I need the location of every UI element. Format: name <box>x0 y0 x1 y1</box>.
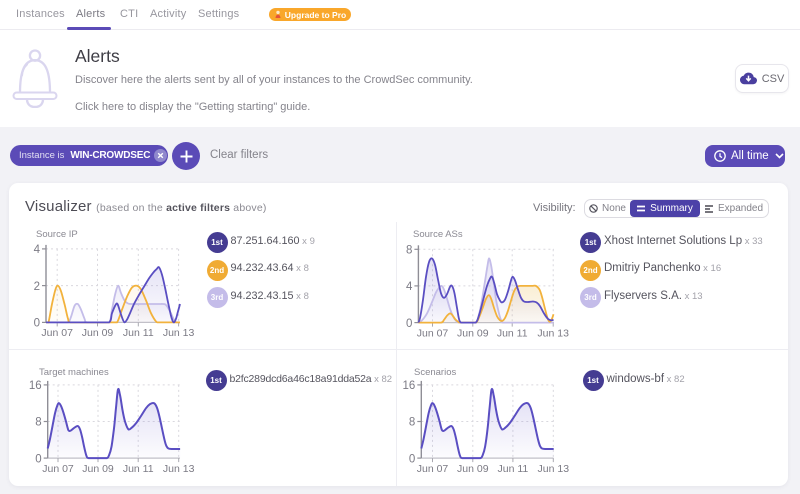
svg-text:Jun 09: Jun 09 <box>82 463 114 475</box>
svg-text:8: 8 <box>406 245 412 257</box>
svg-text:Jun 09: Jun 09 <box>82 327 114 339</box>
svg-text:16: 16 <box>403 380 416 392</box>
svg-text:Jun 13: Jun 13 <box>163 463 195 475</box>
svg-text:Jun 11: Jun 11 <box>497 327 528 339</box>
svg-text:Jun 13: Jun 13 <box>537 327 569 339</box>
svg-text:Jun 07: Jun 07 <box>417 463 449 475</box>
svg-text:Jun 11: Jun 11 <box>498 463 529 475</box>
svg-text:Jun 09: Jun 09 <box>457 327 489 339</box>
svg-text:Jun 07: Jun 07 <box>42 463 74 475</box>
svg-text:Jun 11: Jun 11 <box>123 463 154 475</box>
svg-text:0: 0 <box>406 318 412 330</box>
svg-text:Jun 11: Jun 11 <box>123 327 154 339</box>
svg-text:8: 8 <box>409 417 415 429</box>
svg-text:4: 4 <box>406 281 413 293</box>
svg-text:Jun 09: Jun 09 <box>457 463 489 475</box>
svg-text:2: 2 <box>34 281 40 293</box>
svg-text:4: 4 <box>34 244 41 256</box>
svg-text:0: 0 <box>409 453 415 465</box>
svg-text:Jun 13: Jun 13 <box>163 327 195 339</box>
svg-text:Jun 07: Jun 07 <box>417 327 449 339</box>
svg-text:Jun 13: Jun 13 <box>538 463 570 475</box>
svg-text:0: 0 <box>35 453 41 465</box>
svg-text:0: 0 <box>34 318 40 330</box>
svg-text:16: 16 <box>29 380 42 392</box>
svg-text:Jun 07: Jun 07 <box>41 327 73 339</box>
svg-text:8: 8 <box>35 417 41 429</box>
